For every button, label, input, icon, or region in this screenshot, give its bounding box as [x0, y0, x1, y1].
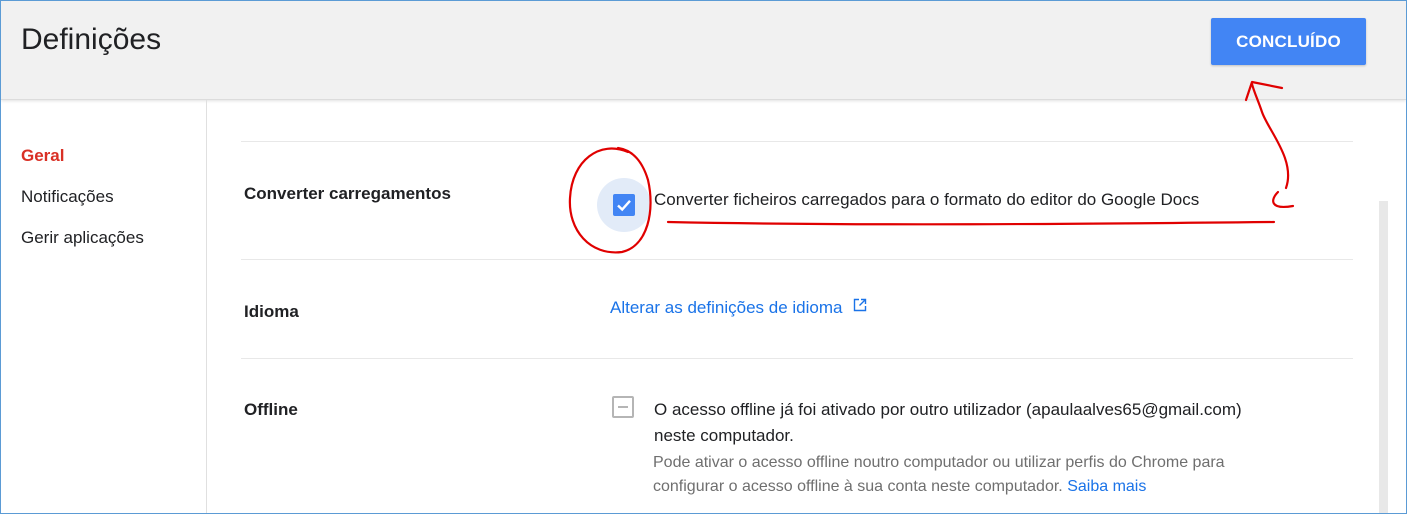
settings-content: Converter carregamentos Converter fichei…	[207, 100, 1406, 513]
sidebar-item-gerir-aplicacoes[interactable]: Gerir aplicações	[21, 228, 144, 248]
offline-status-line1: O acesso offline já foi ativado por outr…	[654, 400, 1242, 419]
settings-dialog: Definições CONCLUÍDO Geral Notificações …	[0, 0, 1407, 514]
offline-help-text: configurar o acesso offline à sua conta …	[653, 478, 1063, 495]
offline-help-line2: configurar o acesso offline à sua conta …	[653, 475, 1146, 499]
settings-sidebar: Geral Notificações Gerir aplicações	[1, 100, 207, 513]
language-label: Idioma	[244, 302, 299, 321]
sidebar-item-notificacoes[interactable]: Notificações	[21, 187, 114, 207]
offline-label: Offline	[244, 400, 298, 419]
scrollbar[interactable]	[1379, 201, 1388, 513]
done-button[interactable]: CONCLUÍDO	[1211, 18, 1366, 65]
divider	[241, 141, 1353, 142]
divider	[241, 358, 1353, 359]
offline-help-line1: Pode ativar o acesso offline noutro comp…	[653, 454, 1225, 471]
external-link-icon[interactable]	[853, 298, 867, 312]
language-settings-link-wrap: Alterar as definições de idioma	[610, 298, 867, 318]
learn-more-link[interactable]: Saiba mais	[1067, 478, 1146, 495]
convert-uploads-text[interactable]: Converter ficheiros carregados para o fo…	[654, 190, 1199, 210]
divider	[241, 259, 1353, 260]
language-settings-link[interactable]: Alterar as definições de idioma	[610, 298, 842, 317]
convert-uploads-label: Converter carregamentos	[244, 184, 451, 203]
convert-uploads-checkbox[interactable]	[613, 194, 635, 216]
sidebar-item-geral[interactable]: Geral	[21, 146, 64, 166]
page-title: Definições	[21, 23, 162, 56]
offline-status-line2: neste computador.	[654, 426, 794, 445]
dialog-header: Definições CONCLUÍDO	[1, 1, 1406, 100]
check-icon	[617, 199, 631, 212]
offline-checkbox	[612, 396, 634, 418]
